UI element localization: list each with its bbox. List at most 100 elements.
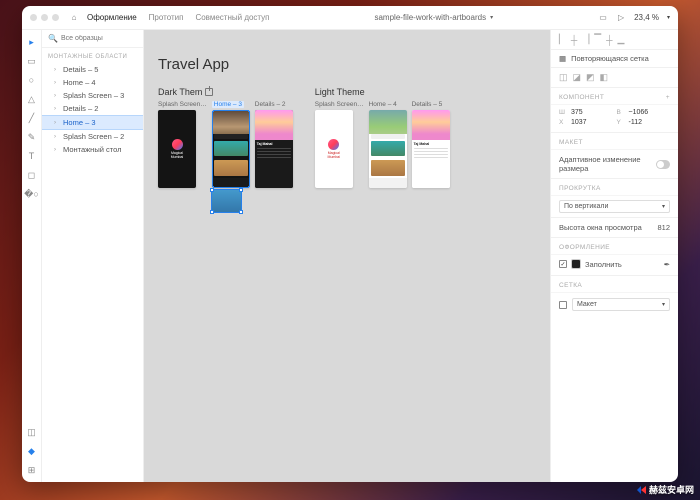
width-label: Ш [559,109,567,116]
artboard-home[interactable] [369,110,407,188]
align-bottom-icon[interactable]: ▁ [618,34,625,45]
artboard-splash[interactable]: MagicalMumbai [315,110,353,188]
artboard-detail[interactable]: Taj Mahal [412,110,450,188]
artboard-splash[interactable]: MagicalMumbai [158,110,196,188]
layer-label: Details – 5 [63,65,98,74]
traffic-min[interactable] [41,14,48,21]
line-tool[interactable]: ╱ [26,112,38,124]
boolean-ops[interactable]: ◫ ◪ ◩ ◧ [551,68,678,88]
artboards-row: Splash Screen… MagicalMumbai Home – 4 Detai… [315,101,450,188]
document-title[interactable]: sample-file-work-with-artboards ▾ [270,13,599,22]
bool-subtract-icon[interactable]: ◪ [573,72,582,83]
bool-intersect-icon[interactable]: ◩ [586,72,595,83]
layer-item[interactable]: ›Splash Screen – 3 [42,89,143,102]
layer-item[interactable]: ›Splash Screen – 2 [42,130,143,143]
layer-item[interactable]: ›Home – 4 [42,76,143,89]
tool-column: ▸ ▭ ○ △ ╱ ✎ T ◻ �○ ◫ ◆ ⊞ [22,30,42,482]
bool-add-icon[interactable]: ◫ [559,72,568,83]
plugins-icon[interactable]: ⊞ [26,464,38,476]
y-value[interactable]: -112 [629,119,671,126]
artboard-label[interactable]: Splash Screen… [315,101,364,108]
window-controls[interactable] [30,14,59,21]
height-label: В [617,109,625,116]
overflow-card[interactable] [212,190,241,212]
play-icon[interactable]: ▷ [616,13,626,23]
viewport-value[interactable]: 812 [657,223,670,232]
traffic-close[interactable] [30,14,37,21]
tab-prototype[interactable]: Прототип [149,13,184,22]
artboard-wrap: Details – 2 Taj Mahal [255,101,293,188]
canvas[interactable]: Travel App Dark ThemSplash Screen…Magica… [144,30,550,482]
polygon-tool[interactable]: △ [26,93,38,105]
bool-exclude-icon[interactable]: ◧ [600,72,609,83]
responsive-label: Адаптивное изменение размера [559,155,656,173]
height-value[interactable]: ~1066 [629,109,671,116]
tab-design[interactable]: Оформление [87,13,137,22]
layer-item[interactable]: ›Details – 2 [42,102,143,115]
layer-label: Splash Screen – 3 [63,91,124,100]
viewport-label: Высота окна просмотра [559,223,642,232]
chevron-right-icon: › [54,147,60,153]
text-tool[interactable]: T [26,150,38,162]
assets-icon[interactable]: ◫ [26,426,38,438]
traffic-max[interactable] [52,14,59,21]
artboard-home[interactable] [212,110,250,188]
layer-item[interactable]: ›Home – 3 [42,115,143,130]
zoom-tool[interactable]: �○ [26,188,38,200]
responsive-toggle[interactable] [656,160,670,169]
align-left-icon[interactable]: ▏ [559,34,566,45]
layer-item[interactable]: ›Монтажный стол [42,143,143,156]
detail-title: Taj Mahal [257,142,291,146]
artboard-label[interactable]: Splash Screen… [158,101,207,108]
artboard-tool[interactable]: ◻ [26,169,38,181]
scroll-select[interactable]: По вертикали ▾ [559,200,670,213]
align-hcenter-icon[interactable]: ┼ [571,35,577,45]
chevron-right-icon: › [54,106,60,112]
chevron-down-icon[interactable]: ▾ [667,14,670,21]
fill-checkbox[interactable]: ✓ [559,260,567,268]
fill-swatch[interactable] [571,259,581,269]
layer-label: Монтажный стол [63,145,121,154]
home-icon[interactable]: ⌂ [69,13,79,23]
detail-title: Taj Mahal [414,142,448,146]
artboard-label[interactable]: Details – 5 [412,101,443,108]
artboard-wrap: Splash Screen… MagicalMumbai [158,101,207,188]
brand-logo-icon [328,139,339,150]
align-top-icon[interactable]: ▔ [594,34,601,45]
eyedropper-icon[interactable]: ✒ [664,260,670,269]
tab-share[interactable]: Совместный доступ [195,13,269,22]
watermark: 赫兹安卓网 [637,483,694,496]
scroll-value: По вертикали [564,203,608,210]
x-value[interactable]: 1037 [571,119,613,126]
align-tools[interactable]: ▏ ┼ ▕ ▔ ┼ ▁ [551,30,678,50]
layers-list: ›Details – 5›Home – 4›Splash Screen – 3›… [42,63,143,156]
add-icon[interactable]: + [666,94,670,101]
artboard-label[interactable]: Home – 4 [369,101,397,108]
device-icon[interactable]: ▭ [598,13,608,23]
layers-icon[interactable]: ◆ [26,445,38,457]
main-body: ▸ ▭ ○ △ ╱ ✎ T ◻ �○ ◫ ◆ ⊞ 🔍 ▾ МОНТАЖНЫЕ О… [22,30,678,482]
artboard-wrap: Details – 5 Taj Mahal [412,101,450,188]
theme-title: Light Theme [315,87,450,97]
select-tool[interactable]: ▸ [26,36,38,48]
chevron-right-icon: › [54,93,60,99]
share-icon[interactable] [205,88,213,96]
repeat-grid-icon[interactable]: ▦ [559,54,566,63]
search-input[interactable] [61,35,152,42]
width-value[interactable]: 375 [571,109,613,116]
grid-select[interactable]: Макет ▾ [572,298,670,311]
ellipse-tool[interactable]: ○ [26,74,38,86]
zoom-level[interactable]: 23,4 % [634,13,659,22]
artboard-label[interactable]: Details – 2 [255,101,286,108]
align-right-icon[interactable]: ▕ [582,34,589,45]
panel-search[interactable]: 🔍 ▾ [42,30,143,48]
artboard-label[interactable]: Home – 3 [212,101,244,108]
artboard-detail[interactable]: Taj Mahal [255,110,293,188]
rectangle-tool[interactable]: ▭ [26,55,38,67]
grid-checkbox[interactable] [559,301,567,309]
align-vcenter-icon[interactable]: ┼ [606,35,612,45]
repeat-grid-label[interactable]: Повторяющаяся сетка [571,54,649,63]
layer-item[interactable]: ›Details – 5 [42,63,143,76]
inspector-panel: ▏ ┼ ▕ ▔ ┼ ▁ ▦ Повторяющаяся сетка ◫ ◪ ◩ … [550,30,678,482]
pen-tool[interactable]: ✎ [26,131,38,143]
